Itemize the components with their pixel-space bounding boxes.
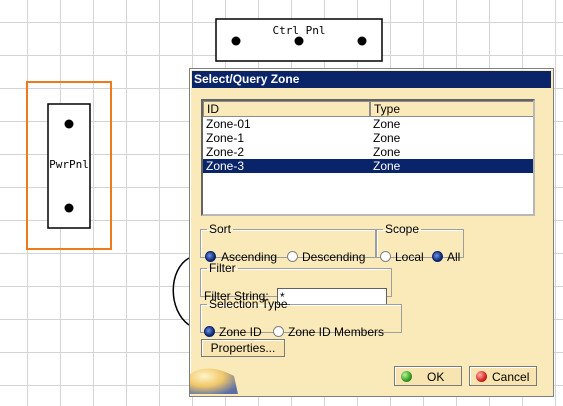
selection-type-label: Selection Type xyxy=(209,297,288,311)
filter-group: Filter Filter String: xyxy=(200,261,392,305)
sort-group: Sort Ascending Descending xyxy=(200,222,376,264)
column-header-type[interactable]: Type xyxy=(370,101,533,117)
ctrl-panel[interactable]: Ctrl Pnl xyxy=(215,18,383,62)
selection-zone-id-radio[interactable] xyxy=(204,326,215,337)
selection-zone-id-members-radio[interactable] xyxy=(273,326,284,337)
sort-label: Sort xyxy=(209,222,232,236)
scope-all-radio[interactable] xyxy=(432,251,443,262)
selection-zone-id-label[interactable]: Zone ID xyxy=(219,325,262,339)
zone-id: Zone-01 xyxy=(206,117,251,131)
list-item[interactable]: Zone-1 Zone xyxy=(203,131,533,145)
ok-icon xyxy=(401,371,412,382)
ctrl-panel-pin[interactable] xyxy=(231,36,241,46)
zone-type: Zone xyxy=(373,131,401,145)
list-item-selected[interactable]: Zone-3 Zone xyxy=(203,159,533,173)
zone-id: Zone-1 xyxy=(206,131,245,145)
pwr-panel[interactable]: PwrPnl xyxy=(26,81,112,250)
zone-type: Zone xyxy=(373,159,401,173)
list-item[interactable]: Zone-2 Zone xyxy=(203,145,533,159)
properties-button[interactable]: Properties... xyxy=(201,339,285,357)
ctrl-panel-pin[interactable] xyxy=(357,36,367,46)
wire-arc xyxy=(172,257,190,326)
column-header-id[interactable]: ID xyxy=(203,101,370,117)
zone-list[interactable]: ID Type Zone-01 Zone Zone-1 Zone Zone-2 … xyxy=(201,99,535,216)
select-query-zone-dialog: Select/Query Zone ID Type Zone-01 Zone Z… xyxy=(189,68,554,397)
scope-all-label[interactable]: All xyxy=(447,250,460,264)
zone-type: Zone xyxy=(373,117,401,131)
app-logo-icon xyxy=(190,368,238,394)
dialog-title: Select/Query Zone xyxy=(194,72,300,86)
pwr-panel-pin[interactable] xyxy=(64,203,74,213)
scope-local-label[interactable]: Local xyxy=(395,250,424,264)
pwr-panel-pin[interactable] xyxy=(64,119,74,129)
cancel-icon xyxy=(476,371,487,382)
zone-type: Zone xyxy=(373,145,401,159)
cancel-button[interactable]: Cancel xyxy=(469,366,537,386)
filter-label: Filter xyxy=(209,261,236,275)
scope-group: Scope Local All xyxy=(376,222,464,264)
ctrl-panel-pin[interactable] xyxy=(294,36,304,46)
pwr-panel-label: PwrPnl xyxy=(49,158,89,171)
ok-button[interactable]: OK xyxy=(394,366,462,386)
zone-id: Zone-3 xyxy=(206,159,245,173)
selection-zone-id-members-label[interactable]: Zone ID Members xyxy=(288,325,384,339)
selection-type-group: Selection Type Zone ID Zone ID Members xyxy=(200,297,402,339)
zone-id: Zone-2 xyxy=(206,145,245,159)
ctrl-panel-label: Ctrl Pnl xyxy=(273,24,326,37)
list-item[interactable]: Zone-01 Zone xyxy=(203,117,533,131)
dialog-title-bar[interactable]: Select/Query Zone xyxy=(192,71,551,88)
scope-label: Scope xyxy=(385,222,420,236)
